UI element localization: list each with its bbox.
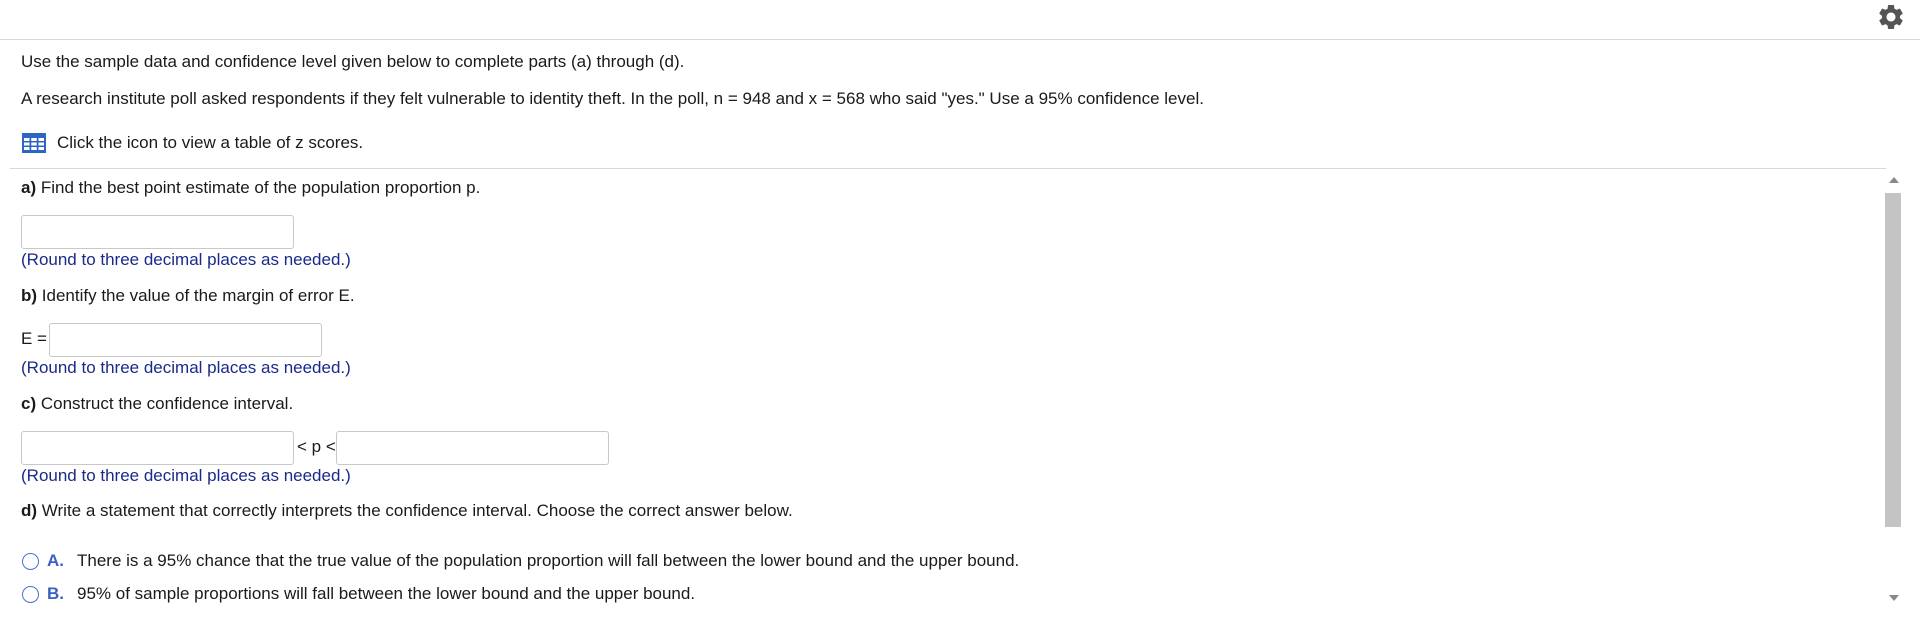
option-b-radio[interactable] <box>22 585 39 603</box>
part-c-question: c) Construct the confidence interval. <box>21 394 293 414</box>
vertical-scrollbar[interactable] <box>1882 171 1904 608</box>
part-d-text: Write a statement that correctly interpr… <box>41 501 793 520</box>
option-a-letter[interactable]: A. <box>47 551 64 571</box>
option-b-text[interactable]: 95% of sample proportions will fall betw… <box>77 584 695 604</box>
option-b[interactable]: B. 95% of sample proportions will fall b… <box>22 582 695 606</box>
top-bar <box>0 0 1920 40</box>
option-a[interactable]: A. There is a 95% chance that the true v… <box>22 549 1019 573</box>
ztable-link-label[interactable]: Click the icon to view a table of z scor… <box>57 133 363 153</box>
ci-upper-input[interactable] <box>336 431 609 465</box>
ci-inequality-label: < p < <box>297 437 336 456</box>
part-d-letter: d) <box>21 501 38 520</box>
section-divider <box>10 168 1886 169</box>
scroll-thumb[interactable] <box>1885 193 1901 527</box>
table-grid-icon[interactable] <box>22 133 46 153</box>
option-a-radio[interactable] <box>22 552 39 570</box>
margin-error-label: E = <box>21 329 47 348</box>
part-c-text: Construct the confidence interval. <box>40 394 294 413</box>
scroll-up-arrow-icon[interactable] <box>1889 177 1899 183</box>
part-a-question: a) Find the best point estimate of the p… <box>21 178 480 198</box>
gear-icon[interactable] <box>1876 2 1906 32</box>
ztable-link[interactable]: Click the icon to view a table of z scor… <box>22 132 363 154</box>
part-a-letter: a) <box>21 178 37 197</box>
part-b-text: Identify the value of the margin of erro… <box>41 286 355 305</box>
option-a-text[interactable]: There is a 95% chance that the true valu… <box>77 551 1019 571</box>
instructions-text: Use the sample data and confidence level… <box>21 52 685 71</box>
part-b-letter: b) <box>21 286 38 305</box>
problem-statement: A research institute poll asked responde… <box>21 89 1204 108</box>
part-a-text: Find the best point estimate of the popu… <box>40 178 481 197</box>
point-estimate-input[interactable] <box>21 215 294 249</box>
margin-error-input[interactable] <box>49 323 322 357</box>
part-d-question: d) Write a statement that correctly inte… <box>21 501 793 521</box>
part-a-hint: (Round to three decimal places as needed… <box>21 250 351 269</box>
ci-lower-input[interactable] <box>21 431 294 465</box>
part-c-hint: (Round to three decimal places as needed… <box>21 466 351 485</box>
page: Use the sample data and confidence level… <box>0 0 1920 630</box>
part-c-letter: c) <box>21 394 37 413</box>
part-b-hint: (Round to three decimal places as needed… <box>21 358 351 377</box>
scroll-down-arrow-icon[interactable] <box>1889 595 1899 601</box>
option-b-letter[interactable]: B. <box>47 584 64 604</box>
part-b-question: b) Identify the value of the margin of e… <box>21 286 355 306</box>
